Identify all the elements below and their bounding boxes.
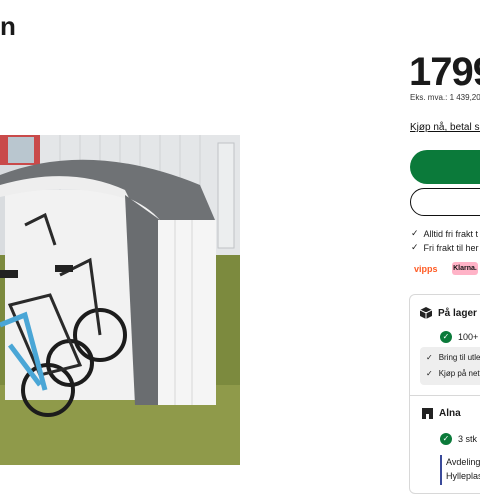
check-circle-icon: ✓: [440, 433, 452, 445]
product-price: 1799: [409, 50, 480, 94]
price-ex-vat: Eks. mva.: 1 439,20: [410, 93, 480, 102]
box-icon: [420, 307, 432, 319]
check-circle-icon: ✓: [440, 331, 452, 343]
benefit-text: Alltid fri frakt t: [423, 228, 479, 239]
store-name: Alna: [439, 408, 461, 419]
benefit-text: Fri frakt til her: [423, 242, 479, 253]
stock-heading: På lager o: [438, 307, 480, 319]
stock-count-row: ✓ 100+: [440, 331, 478, 343]
store-heading-row[interactable]: Alna: [422, 408, 461, 419]
stock-notes: ✓ Bring til utle ✓ Kjøp på nett: [420, 347, 480, 385]
stock-note: ✓ Bring til utle: [426, 353, 480, 362]
benefit-free-pickup: ✓ Fri frakt til her: [411, 242, 479, 253]
store-detail: Avdeling: [446, 457, 480, 467]
secondary-action-button[interactable]: [410, 188, 480, 216]
check-icon: ✓: [426, 369, 433, 378]
store-icon: [422, 408, 433, 419]
stock-heading-row: På lager o: [420, 307, 480, 319]
store-count-row: ✓ 3 stk: [440, 433, 477, 445]
store-detail-bar: [440, 455, 442, 485]
stock-count: 100+: [458, 332, 479, 342]
add-to-cart-button[interactable]: [410, 150, 480, 184]
stock-note: ✓ Kjøp på nett: [426, 369, 480, 378]
vipps-logo: vipps: [414, 264, 438, 274]
check-icon: ✓: [411, 228, 419, 238]
check-icon: ✓: [411, 242, 419, 252]
pay-later-link[interactable]: Kjøp nå, betal se: [410, 122, 480, 133]
benefit-free-shipping: ✓ Alltid fri frakt t: [411, 228, 478, 239]
product-title: n: [0, 11, 16, 41]
klarna-logo: Klarna.: [452, 262, 478, 275]
divider: [410, 395, 480, 396]
store-count: 3 stk: [458, 434, 478, 444]
product-image[interactable]: [0, 135, 240, 465]
check-icon: ✓: [426, 353, 433, 362]
availability-card: På lager o ✓ 100+ ✓Bring til utle ✓Kjøp …: [409, 294, 480, 494]
bike-shelter-illustration: [0, 135, 240, 465]
